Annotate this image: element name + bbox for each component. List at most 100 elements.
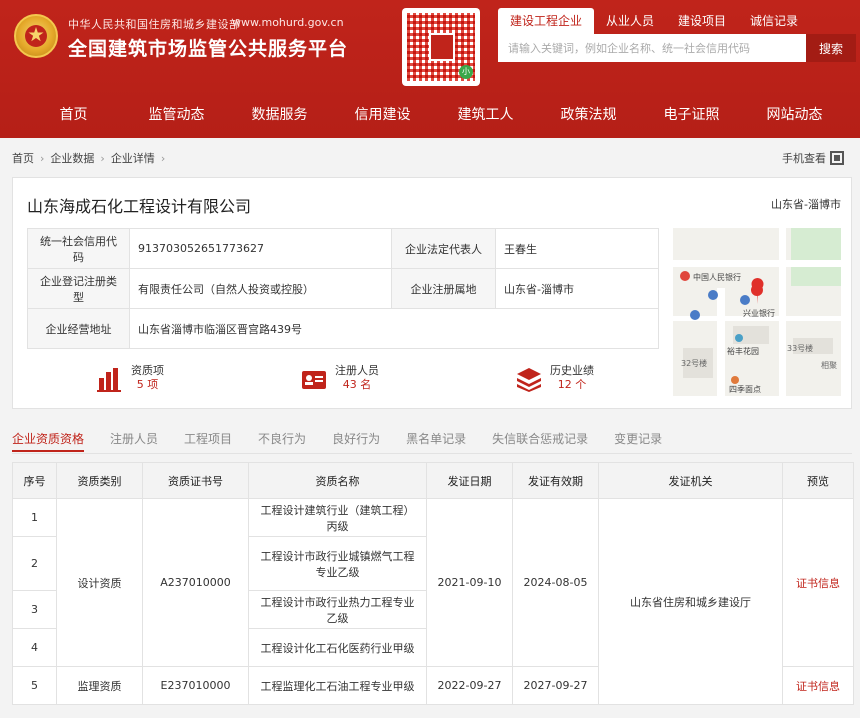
nav-policy[interactable]: 政策法规 [537, 92, 640, 138]
reg-type-value: 有限责任公司（自然人投资或控股） [129, 268, 392, 309]
tab-change-records[interactable]: 变更记录 [614, 430, 662, 452]
tab-good-behavior[interactable]: 良好行为 [332, 430, 380, 452]
stat-registered-personnel[interactable]: 注册人员 43 名 [301, 364, 379, 392]
stacked-layers-icon [517, 368, 541, 392]
row-no: 3 [12, 590, 57, 629]
col-header: 资质类别 [56, 462, 143, 499]
company-region: 山东省-淄博市 [771, 198, 841, 211]
tab-qualifications[interactable]: 企业资质资格 [12, 430, 85, 452]
stat-performance[interactable]: 历史业绩 12 个 [516, 364, 594, 392]
issue-date: 2022-09-27 [426, 666, 513, 705]
cert-info-link[interactable]: 证书信息 [782, 498, 854, 667]
map-label: 兴业银行 [743, 308, 775, 318]
valid-until: 2024-08-05 [512, 498, 599, 667]
tab-blacklist[interactable]: 黑名单记录 [406, 430, 466, 452]
residence-icon [735, 334, 743, 342]
building-chart-icon [97, 368, 121, 392]
col-header: 序号 [12, 462, 57, 499]
mini-program-badge-icon: 小 [459, 65, 473, 79]
company-info-table: 统一社会信用代码 913703052651773627 企业法定代表人 王春生 … [27, 228, 659, 349]
info-row: 企业经营地址 山东省淄博市临淄区晋宫路439号 [27, 308, 659, 349]
main-nav: 首页 监管动态 数据服务 信用建设 建筑工人 政策法规 电子证照 网站动态 [0, 92, 860, 138]
id-card-icon [302, 371, 326, 389]
nav-e-license[interactable]: 电子证照 [640, 92, 743, 138]
map-label: 裕丰花园 [727, 346, 759, 356]
issue-date: 2021-09-10 [426, 498, 513, 667]
stat-qualifications[interactable]: 资质项 5 项 [97, 364, 164, 392]
mobile-view-link[interactable]: 手机查看 [782, 150, 844, 166]
nav-regulatory-news[interactable]: 监管动态 [125, 92, 228, 138]
nav-credit[interactable]: 信用建设 [331, 92, 434, 138]
map-label: 相聚 [821, 360, 837, 370]
col-header: 预览 [782, 462, 854, 499]
tab-joint-punishment[interactable]: 失信联合惩戒记录 [492, 430, 588, 452]
col-header: 资质证书号 [142, 462, 249, 499]
detail-tabs: 企业资质资格 注册人员 工程项目 不良行为 良好行为 黑名单记录 失信联合惩戒记… [12, 430, 688, 452]
national-emblem-icon [14, 14, 58, 58]
nav-site-news[interactable]: 网站动态 [743, 92, 846, 138]
ministry-name: 中华人民共和国住房和城乡建设部 [68, 18, 241, 31]
bank-pin-icon [680, 271, 690, 281]
company-name: 山东海成石化工程设计有限公司 [27, 197, 252, 216]
search-input[interactable] [498, 34, 806, 62]
company-card: 山东海成石化工程设计有限公司 山东省-淄博市 统一社会信用代码 91370305… [12, 177, 852, 409]
map-label: 四季面点 [729, 384, 761, 394]
tab-registered-personnel[interactable]: 注册人员 [110, 430, 158, 452]
tab-projects[interactable]: 工程项目 [184, 430, 232, 452]
site-header: 中华人民共和国住房和城乡建设部 www.mohurd.gov.cn 全国建筑市场… [0, 0, 860, 138]
tab-divider [12, 453, 852, 454]
search-button[interactable]: 搜索 [806, 34, 856, 62]
breadcrumb: 首页 › 企业数据 › 企业详情 › [12, 150, 171, 166]
site-url[interactable]: www.mohurd.gov.cn [232, 16, 344, 29]
stat-label: 历史业绩 [550, 364, 594, 377]
qual-name: 工程设计建筑行业（建筑工程）丙级 [248, 498, 427, 537]
reg-place-label: 企业注册属地 [391, 268, 496, 309]
reg-type-label: 企业登记注册类型 [27, 268, 130, 309]
qualification-table: 序号 资质类别 资质证书号 资质名称 发证日期 发证有效期 发证机关 预览 1 … [12, 462, 854, 705]
map-label: 中国人民银行 [693, 272, 741, 282]
bank-icon [740, 295, 750, 305]
row-no: 1 [12, 498, 57, 537]
address-value: 山东省淄博市临淄区晋宫路439号 [129, 308, 659, 349]
search-tab-project[interactable]: 建设项目 [666, 8, 738, 34]
table-row: 1 设计资质 A237010000 工程设计建筑行业（建筑工程）丙级 2021-… [12, 498, 854, 705]
cert-no: E237010000 [142, 666, 249, 705]
issuing-authority: 山东省住房和城乡建设厅 [598, 498, 783, 705]
search-tab-enterprise[interactable]: 建设工程企业 [498, 8, 595, 34]
qual-name: 工程设计化工石化医药行业甲级 [248, 628, 427, 667]
table-header-row: 序号 资质类别 资质证书号 资质名称 发证日期 发证有效期 发证机关 预览 [12, 462, 854, 499]
nav-home[interactable]: 首页 [22, 92, 125, 138]
map-label: 33号楼 [787, 343, 813, 353]
stat-label: 注册人员 [335, 364, 379, 377]
map-label: 32号楼 [681, 358, 707, 368]
breadcrumb-home[interactable]: 首页 [12, 150, 34, 166]
chevron-right-icon: › [100, 151, 105, 165]
breadcrumb-bar: 首页 › 企业数据 › 企业详情 › 手机查看 [0, 146, 860, 168]
header-top: 中华人民共和国住房和城乡建设部 www.mohurd.gov.cn 全国建筑市场… [0, 0, 860, 92]
col-header: 发证机关 [598, 462, 783, 499]
qual-name: 工程监理化工石油工程专业甲级 [248, 666, 427, 705]
location-map[interactable]: 中国人民银行 兴业银行 裕丰花园 33号楼 相聚 32号楼 四季面点 [673, 228, 841, 396]
tab-bad-behavior[interactable]: 不良行为 [258, 430, 306, 452]
col-header: 发证日期 [426, 462, 513, 499]
cert-no: A237010000 [142, 498, 249, 667]
parking-icon [690, 310, 700, 320]
app-qrcode: 小 [402, 8, 480, 86]
qrcode-building-logo [429, 33, 455, 61]
credit-code-value: 913703052651773627 [129, 228, 392, 269]
credit-code-label: 统一社会信用代码 [27, 228, 130, 269]
nav-data-service[interactable]: 数据服务 [228, 92, 331, 138]
search-tab-credit[interactable]: 诚信记录 [738, 8, 810, 34]
breadcrumb-enterprise-data[interactable]: 企业数据 [50, 150, 94, 166]
stat-label: 资质项 [131, 364, 164, 377]
nav-workers[interactable]: 建筑工人 [434, 92, 537, 138]
parking-icon [708, 290, 718, 300]
breadcrumb-enterprise-detail[interactable]: 企业详情 [111, 150, 155, 166]
platform-title[interactable]: 全国建筑市场监管公共服务平台 [68, 34, 348, 61]
mobile-view-label: 手机查看 [782, 152, 826, 165]
qual-name: 工程设计市政行业城镇燃气工程专业乙级 [248, 536, 427, 591]
cert-info-link[interactable]: 证书信息 [782, 666, 854, 705]
legal-rep-label: 企业法定代表人 [391, 228, 496, 269]
chevron-right-icon: › [160, 151, 166, 165]
search-tab-personnel[interactable]: 从业人员 [594, 8, 666, 34]
